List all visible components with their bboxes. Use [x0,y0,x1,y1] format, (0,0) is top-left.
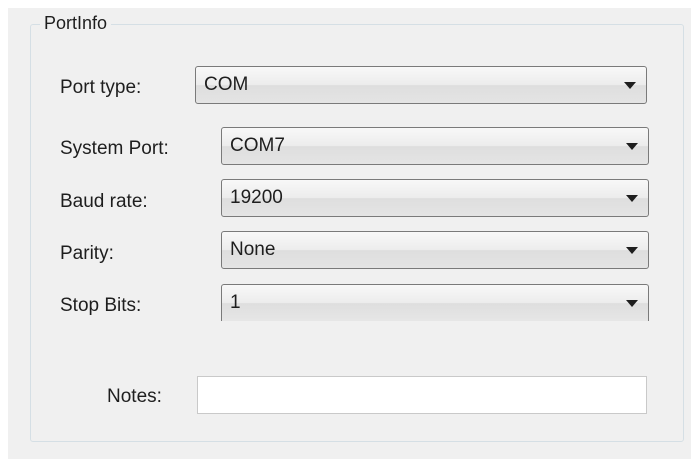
chevron-down-icon [626,300,638,307]
chevron-down-icon [624,82,636,89]
baud-rate-value: 19200 [230,187,283,208]
baud-rate-dropdown[interactable]: 19200 [221,179,649,217]
chevron-down-icon [626,247,638,254]
system-port-label: System Port: [60,138,169,159]
parity-value: None [230,239,276,260]
notes-input[interactable] [197,376,647,414]
notes-label: Notes: [107,386,162,407]
chevron-down-icon [626,195,638,202]
baud-rate-label: Baud rate: [60,191,148,212]
group-title: PortInfo [40,12,112,34]
stop-bits-value: 1 [230,292,241,313]
system-port-dropdown[interactable]: COM7 [221,127,649,165]
system-port-value: COM7 [230,135,285,156]
stop-bits-dropdown[interactable]: 1 [221,284,649,321]
port-type-label: Port type: [60,77,142,98]
port-type-value: COM [204,74,249,95]
parity-label: Parity: [60,243,114,264]
port-type-dropdown[interactable]: COM [195,66,647,104]
chevron-down-icon [626,143,638,150]
parity-dropdown[interactable]: None [221,231,649,269]
stop-bits-label: Stop Bits: [60,295,142,316]
